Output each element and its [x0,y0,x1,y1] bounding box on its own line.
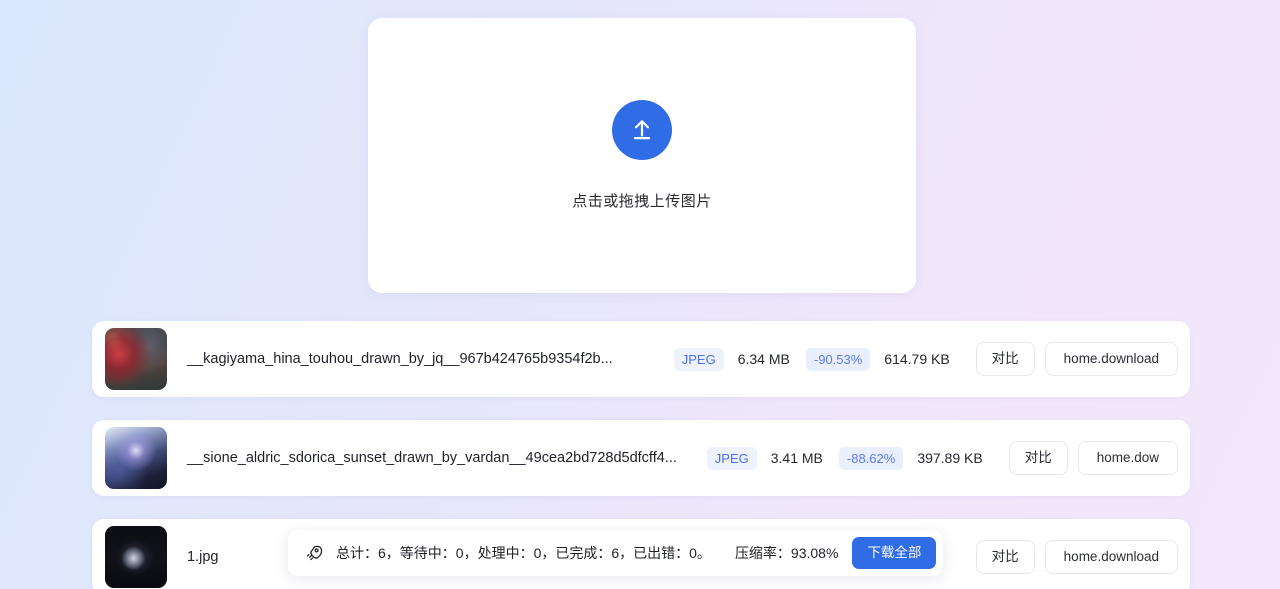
compressed-size-label: 614.79 KB [884,351,950,367]
file-meta: 对比 home.download [966,540,1178,574]
original-size-label: 6.34 MB [737,351,790,367]
status-badge-format: JPEG [706,446,757,470]
file-name-label: __sione_aldric_sdorica_sunset_drawn_by_v… [187,450,677,466]
file-name-label: __kagiyama_hina_touhou_drawn_by_jq__967b… [187,351,613,367]
compare-button[interactable]: 对比 [975,342,1035,376]
table-row[interactable]: __sione_aldric_sdorica_sunset_drawn_by_v… [92,420,1190,496]
download-button[interactable]: home.download [1044,540,1178,574]
status-summary-label: 总计：6，等待中：0，处理中：0，已完成：6，已出错：0。 [336,545,711,561]
upload-arrow-icon [612,100,672,160]
status-badge-ratio: -90.53% [805,347,871,371]
upload-hint-label: 点击或拖拽上传图片 [572,193,712,210]
status-compression-ratio-label: 压缩率：93.08% [734,545,839,561]
file-thumbnail[interactable] [105,427,167,489]
download-all-button[interactable]: 下载全部 [852,537,937,569]
download-button[interactable]: home.dow [1077,441,1178,475]
download-button[interactable]: home.download [1044,342,1178,376]
compare-button[interactable]: 对比 [1008,441,1068,475]
file-meta: JPEG 3.41 MB -88.62% 397.89 KB 对比 home.d… [706,441,1178,475]
status-badge-format: JPEG [673,347,724,371]
upload-dropzone[interactable]: 点击或拖拽上传图片 [368,18,916,293]
compressed-size-label: 397.89 KB [917,450,983,466]
table-row[interactable]: __kagiyama_hina_touhou_drawn_by_jq__967b… [92,321,1190,397]
status-badge-ratio: -88.62% [838,446,904,470]
file-meta: JPEG 6.34 MB -90.53% 614.79 KB 对比 home.d… [673,342,1178,376]
file-thumbnail[interactable] [105,328,167,390]
status-bar: 总计：6，等待中：0，处理中：0，已完成：6，已出错：0。 压缩率：93.08%… [288,530,944,576]
compare-button[interactable]: 对比 [975,540,1035,574]
rocket-icon [305,544,323,562]
original-size-label: 3.41 MB [770,450,823,466]
file-name-label: 1.jpg [187,549,219,565]
file-thumbnail[interactable] [105,526,167,588]
